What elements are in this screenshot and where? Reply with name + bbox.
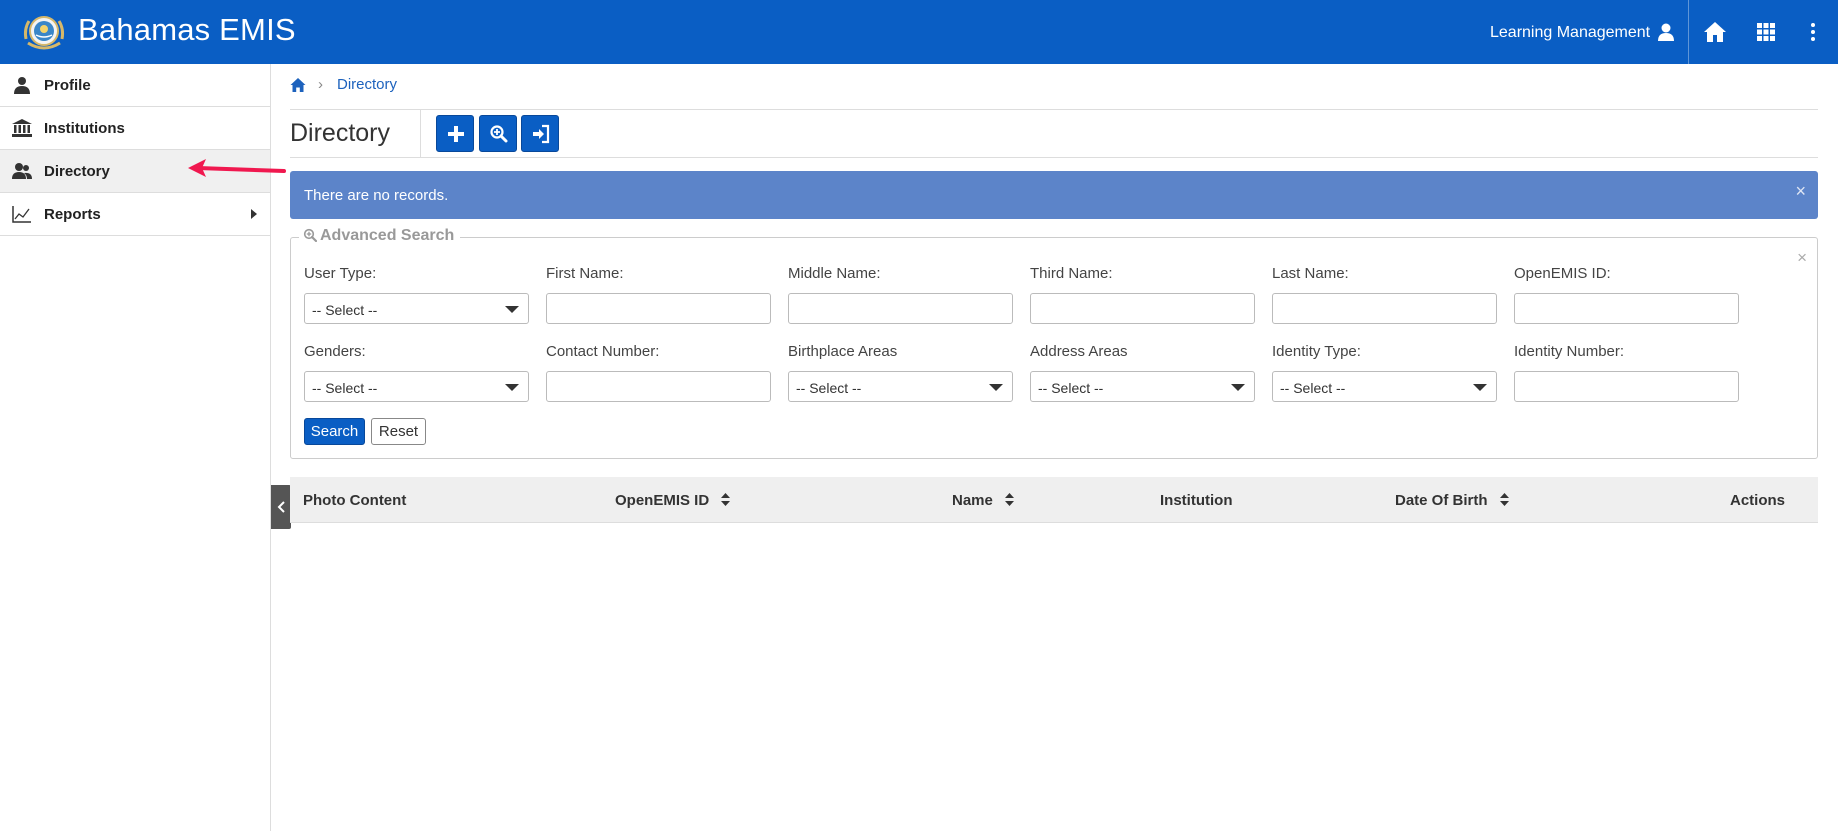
birthplace-areas-select[interactable]: -- Select -- <box>788 371 1013 402</box>
openemis-id-input[interactable] <box>1514 293 1739 324</box>
advanced-search-close-icon[interactable]: × <box>1797 248 1807 268</box>
import-button[interactable] <box>521 115 559 152</box>
annotation-arrow-icon <box>188 159 286 177</box>
home-icon[interactable] <box>290 77 306 93</box>
column-header-actions: Actions <box>1730 492 1786 509</box>
top-navbar: Bahamas EMIS Learning Management <box>0 0 1838 64</box>
line-chart-icon <box>12 206 31 223</box>
caret-down-icon <box>505 306 519 313</box>
reset-button[interactable]: Reset <box>371 418 426 445</box>
identity-type-select[interactable]: -- Select -- <box>1272 371 1497 402</box>
divider <box>290 157 1818 158</box>
user-type-select[interactable]: -- Select -- <box>304 293 529 324</box>
genders-label: Genders: <box>304 343 366 360</box>
user-menu-label[interactable]: Learning Management <box>1490 24 1650 42</box>
apps-grid-icon[interactable] <box>1756 22 1776 42</box>
advanced-search-legend: Advanced Search <box>299 227 461 245</box>
alert-message: There are no records. <box>304 187 449 204</box>
chevron-left-icon <box>277 501 285 513</box>
sidebar-item-label: Profile <box>44 77 91 94</box>
last-name-label: Last Name: <box>1272 265 1349 282</box>
add-button[interactable] <box>436 115 474 152</box>
table-header: Photo Content OpenEMIS ID Name Instituti… <box>290 477 1818 523</box>
column-header-institution: Institution <box>1160 492 1233 509</box>
contact-number-input[interactable] <box>546 371 771 402</box>
sidebar-item-label: Directory <box>44 163 110 180</box>
page-title: Directory <box>290 119 391 147</box>
sidebar-item-label: Institutions <box>44 120 125 137</box>
address-areas-label: Address Areas <box>1030 343 1128 360</box>
caret-down-icon <box>505 384 519 391</box>
user-type-value: -- Select -- <box>312 302 378 318</box>
more-vertical-icon[interactable] <box>1806 20 1820 44</box>
users-icon <box>12 163 32 179</box>
sign-in-icon <box>533 124 550 144</box>
column-header-openemis-id[interactable]: OpenEMIS ID <box>615 492 731 509</box>
sort-icon <box>1004 493 1014 506</box>
advanced-search-panel: Advanced Search × User Type: -- Select -… <box>290 227 1818 459</box>
genders-select[interactable]: -- Select -- <box>304 371 529 402</box>
column-header-date-of-birth[interactable]: Date Of Birth <box>1395 492 1509 509</box>
sort-icon <box>721 493 731 506</box>
middle-name-label: Middle Name: <box>788 265 881 282</box>
no-records-alert: There are no records. × <box>290 171 1818 219</box>
search-plus-icon <box>490 125 508 143</box>
third-name-input[interactable] <box>1030 293 1255 324</box>
openemis-id-label: OpenEMIS ID: <box>1514 265 1611 282</box>
first-name-input[interactable] <box>546 293 771 324</box>
identity-number-input[interactable] <box>1514 371 1739 402</box>
navbar-divider <box>1688 0 1689 64</box>
column-header-name[interactable]: Name <box>952 492 1014 509</box>
address-areas-select[interactable]: -- Select -- <box>1030 371 1255 402</box>
chevron-right-icon <box>251 209 257 219</box>
contact-number-label: Contact Number: <box>546 343 660 360</box>
bank-icon <box>12 119 32 137</box>
user-type-label: User Type: <box>304 265 377 282</box>
sidebar-collapse-button[interactable] <box>271 485 291 529</box>
advanced-search-title: Advanced Search <box>320 227 455 244</box>
sort-icon <box>1499 493 1509 506</box>
sidebar-item-reports[interactable]: Reports <box>0 193 270 236</box>
middle-name-input[interactable] <box>788 293 1013 324</box>
first-name-label: First Name: <box>546 265 624 282</box>
caret-down-icon <box>1231 384 1245 391</box>
user-icon <box>14 77 30 94</box>
genders-value: -- Select -- <box>312 380 378 396</box>
home-icon[interactable] <box>1703 20 1727 44</box>
column-header-photo-content: Photo Content <box>303 492 407 509</box>
search-plus-icon <box>303 228 317 242</box>
identity-type-value: -- Select -- <box>1280 380 1346 396</box>
divider <box>420 110 421 157</box>
last-name-input[interactable] <box>1272 293 1497 324</box>
breadcrumb-separator: › <box>318 76 323 93</box>
breadcrumb-directory-link[interactable]: Directory <box>337 76 397 93</box>
plus-icon <box>448 126 464 142</box>
identity-number-label: Identity Number: <box>1514 343 1625 360</box>
third-name-label: Third Name: <box>1030 265 1113 282</box>
birthplace-areas-label: Birthplace Areas <box>788 343 898 360</box>
divider <box>290 109 1818 110</box>
identity-type-label: Identity Type: <box>1272 343 1361 360</box>
sidebar-item-institutions[interactable]: Institutions <box>0 107 270 150</box>
user-icon[interactable] <box>1656 22 1676 42</box>
caret-down-icon <box>1473 384 1487 391</box>
sidebar-item-label: Reports <box>44 206 101 223</box>
app-title[interactable]: Bahamas EMIS <box>78 12 296 48</box>
birthplace-areas-value: -- Select -- <box>796 380 862 396</box>
address-areas-value: -- Select -- <box>1038 380 1104 396</box>
emis-logo-icon[interactable] <box>20 9 68 53</box>
alert-close-icon[interactable]: × <box>1795 181 1806 202</box>
caret-down-icon <box>989 384 1003 391</box>
sidebar-item-profile[interactable]: Profile <box>0 64 270 107</box>
advanced-search-button[interactable] <box>479 115 517 152</box>
search-button[interactable]: Search <box>304 418 365 445</box>
